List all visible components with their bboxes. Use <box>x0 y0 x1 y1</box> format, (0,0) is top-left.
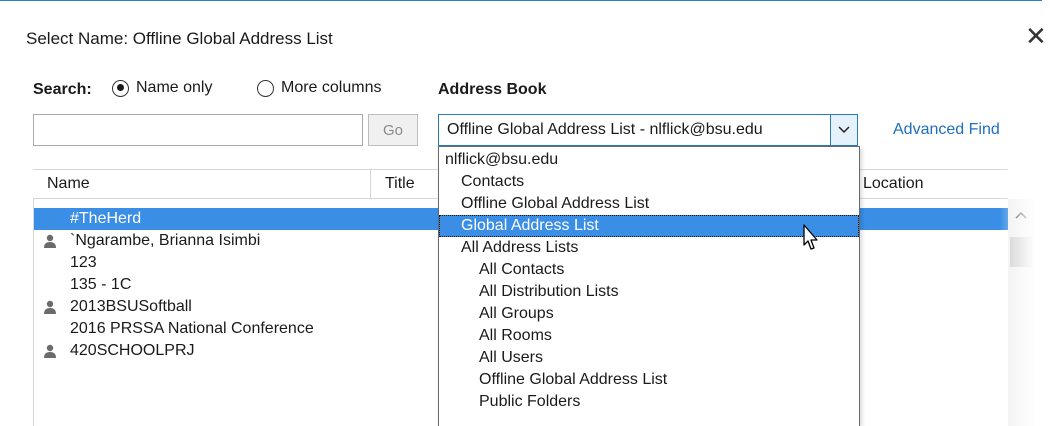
radio-name-only[interactable]: Name only <box>112 79 212 97</box>
row-name: 2013BSUSoftball <box>70 298 192 315</box>
dropdown-item[interactable]: nlflick@bsu.edu <box>439 149 859 171</box>
dropdown-item-label: Contacts <box>461 173 525 190</box>
dropdown-item[interactable]: All Users <box>439 347 859 369</box>
row-name: #TheHerd <box>70 210 142 227</box>
address-book-selected-value: Offline Global Address List - nlflick@bs… <box>447 121 763 138</box>
radio-more-columns[interactable]: More columns <box>257 79 381 97</box>
dropdown-item[interactable]: All Contacts <box>439 259 859 281</box>
person-icon <box>44 344 56 358</box>
address-book-dropdown[interactable]: nlflick@bsu.edu Contacts Offline Global Ad… <box>438 146 860 426</box>
radio-name-only-label: Name only <box>136 79 213 96</box>
dropdown-item-label: All Groups <box>479 305 554 322</box>
dropdown-item-label: All Address Lists <box>461 239 579 256</box>
row-name: 2016 PRSSA National Conference <box>70 320 314 337</box>
dropdown-item-label: All Rooms <box>479 327 552 344</box>
dropdown-item-label: Offline Global Address List <box>461 195 650 212</box>
scroll-up-icon[interactable] <box>1008 205 1034 225</box>
address-book-select[interactable]: Offline Global Address List - nlflick@bs… <box>438 114 858 146</box>
radio-more-columns-label: More columns <box>281 79 382 96</box>
dropdown-item-label: nlflick@bsu.edu <box>445 151 559 168</box>
dropdown-item-label: Global Address List <box>461 217 599 234</box>
close-icon[interactable]: ✕ <box>1025 21 1047 51</box>
column-header-title[interactable]: Title <box>385 175 415 193</box>
dropdown-item[interactable]: Global Address List <box>439 215 859 237</box>
row-name: 135 - 1C <box>70 276 132 293</box>
dropdown-item[interactable]: All Distribution Lists <box>439 281 859 303</box>
dropdown-item[interactable]: All Address Lists <box>439 237 859 259</box>
column-header-location[interactable]: Location <box>863 175 924 193</box>
dropdown-item-label: All Distribution Lists <box>479 283 619 300</box>
radio-checked-icon[interactable] <box>112 79 129 97</box>
search-label: Search: <box>33 81 92 98</box>
go-button[interactable]: Go <box>368 114 418 146</box>
address-book-label: Address Book <box>438 81 547 98</box>
dropdown-item-label: All Users <box>479 349 544 366</box>
dropdown-item[interactable]: Offline Global Address List <box>439 369 859 391</box>
dropdown-item[interactable]: All Rooms <box>439 325 859 347</box>
row-name: 123 <box>70 254 97 271</box>
dropdown-item[interactable]: Contacts <box>439 171 859 193</box>
scroll-thumb[interactable] <box>1010 237 1032 267</box>
advanced-find-link[interactable]: Advanced Find <box>893 121 1000 139</box>
column-header-name[interactable]: Name <box>47 175 90 193</box>
chevron-down-icon[interactable] <box>830 115 857 145</box>
dropdown-item-label: Offline Global Address List <box>479 371 668 388</box>
dialog-title: Select Name: Offline Global Address List <box>26 29 333 48</box>
vertical-scrollbar[interactable] <box>1008 199 1034 426</box>
row-name: 420SCHOOLPRJ <box>70 342 195 359</box>
row-name: `Ngarambe, Brianna Isimbi <box>70 232 261 249</box>
dropdown-item[interactable]: All Groups <box>439 303 859 325</box>
dropdown-item[interactable]: Offline Global Address List <box>439 193 859 215</box>
select-name-dialog: Select Name: Offline Global Address List… <box>0 0 1050 426</box>
dropdown-item-label: All Contacts <box>479 261 565 278</box>
search-input[interactable] <box>33 114 363 146</box>
radio-unchecked-icon[interactable] <box>257 79 274 97</box>
person-icon <box>44 300 56 314</box>
person-icon <box>44 234 56 248</box>
dropdown-item[interactable]: Public Folders <box>439 391 859 413</box>
dropdown-item-label: Public Folders <box>479 393 581 410</box>
column-separator[interactable] <box>370 170 371 198</box>
